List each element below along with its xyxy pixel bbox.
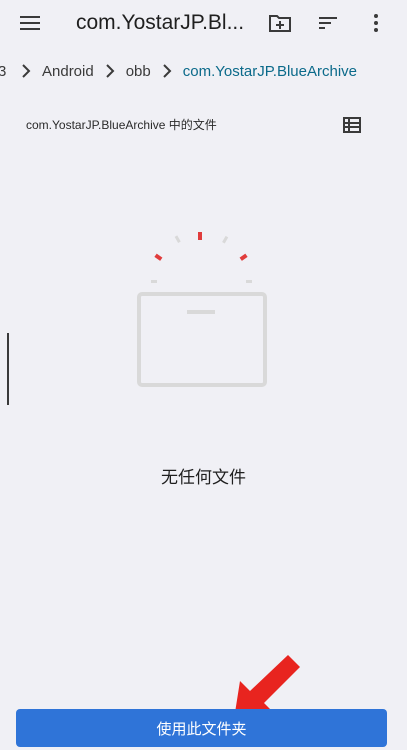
chevron-right-icon	[153, 61, 181, 81]
app-bar: com.YostarJP.Bl...	[0, 0, 407, 46]
breadcrumb-item-obb[interactable]: obb	[124, 63, 153, 80]
sort-button[interactable]	[311, 6, 345, 40]
scrollbar[interactable]	[7, 333, 9, 405]
list-view-toggle-button[interactable]	[338, 111, 366, 139]
hamburger-menu-icon	[20, 16, 40, 30]
more-vert-icon	[374, 14, 378, 32]
sort-icon	[319, 17, 337, 29]
breadcrumb-item-android[interactable]: Android	[40, 63, 96, 80]
section-title: com.YostarJP.BlueArchive 中的文件	[26, 118, 217, 132]
empty-folder-illustration	[137, 232, 267, 387]
more-options-button[interactable]	[359, 6, 393, 40]
page-title: com.YostarJP.Bl...	[76, 11, 245, 34]
chevron-right-icon	[12, 61, 40, 81]
menu-button[interactable]	[12, 8, 48, 38]
new-folder-icon	[269, 15, 291, 32]
use-this-folder-button[interactable]: 使用此文件夹	[16, 709, 387, 747]
empty-state-message: 无任何文件	[161, 468, 246, 487]
breadcrumb-item-current[interactable]: com.YostarJP.BlueArchive	[181, 63, 359, 80]
breadcrumb: 3 Android obb com.YostarJP.BlueArchive	[0, 52, 407, 90]
breadcrumb-item-root[interactable]: 3	[0, 63, 12, 80]
new-folder-button[interactable]	[263, 6, 297, 40]
list-view-icon	[343, 117, 361, 133]
chevron-right-icon	[96, 61, 124, 81]
